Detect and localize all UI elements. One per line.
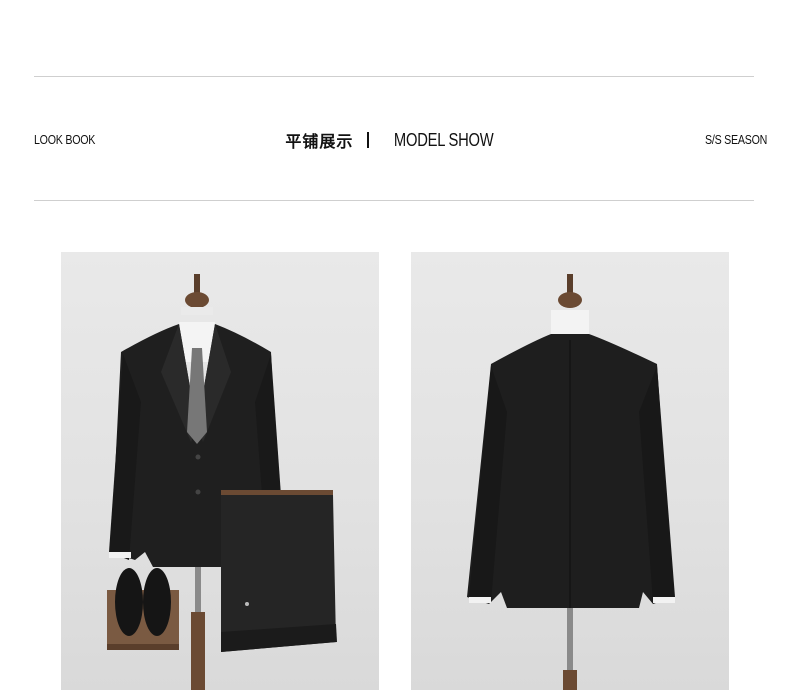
- hanger-bar: [221, 490, 333, 495]
- product-photo-back[interactable]: [411, 252, 729, 690]
- title-separator: [367, 132, 370, 148]
- shoe-left: [115, 568, 143, 636]
- top-divider: [34, 76, 754, 77]
- shoe-right: [143, 568, 171, 636]
- tie: [187, 348, 207, 444]
- product-photo-front[interactable]: [61, 252, 379, 690]
- suit-back-image: [467, 274, 675, 690]
- section-title-cn: 平铺展示: [285, 132, 354, 151]
- section-title-en: MODEL SHOW: [394, 129, 494, 150]
- season-label: S/S SEASON: [705, 132, 768, 147]
- section-title: 平铺展示 MODEL SHOW: [0, 128, 790, 152]
- bottom-divider: [34, 200, 754, 201]
- suit-front-image: [107, 274, 337, 690]
- stand-base: [191, 612, 205, 690]
